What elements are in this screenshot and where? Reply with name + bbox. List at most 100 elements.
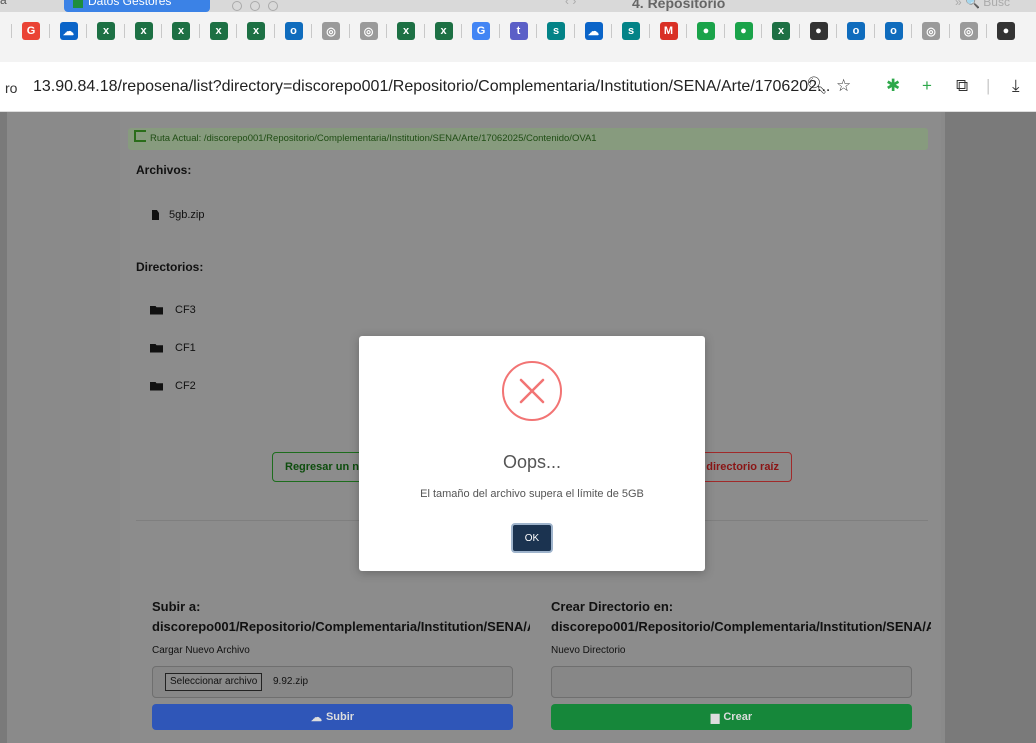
archivos-heading: Archivos: [136,163,192,177]
bookmark-separator [386,24,387,38]
root-directory-button[interactable]: Ir al directorio raíz [692,452,792,482]
globe-icon[interactable]: ◎ [359,22,378,40]
address-bar: ro 13.90.84.18/reposena/list?directory=d… [0,62,1036,112]
directory-item[interactable]: CF2 [150,380,196,392]
bookmark-separator [911,24,912,38]
bookmark-separator [198,24,200,38]
dark-circle-icon[interactable]: ● [809,22,828,40]
create-dir-path: discorepo001/Repositorio/Complementaria/… [551,619,931,634]
plus-extension-icon[interactable]: + [922,76,932,96]
tab-datos-gestores[interactable]: Datos Gestores [64,0,210,12]
excel-icon[interactable]: x [434,22,453,40]
window-controls[interactable] [232,1,278,11]
bookmark-separator [48,24,50,38]
directory-name: CF1 [175,342,196,354]
selected-file-name: 9.92.zip [273,676,309,687]
url-field[interactable]: 13.90.84.18/reposena/list?directory=disc… [33,78,830,96]
subir-label: Subir [325,711,355,723]
select-file-button[interactable]: Seleccionar archivo [165,673,263,691]
subir-button[interactable]: ☁ Subir [152,704,513,730]
excel-icon[interactable]: x [397,22,415,40]
error-x-icon [502,361,562,421]
excel-icon[interactable]: x [247,22,265,40]
google-icon[interactable]: G [472,22,490,40]
directory-name: CF2 [175,380,196,392]
globe-icon[interactable]: ◎ [959,22,978,40]
file-name: 5gb.zip [169,209,205,221]
directory-item[interactable]: CF1 [150,342,196,354]
tab-strip: a Datos Gestores ‹ › 4. Repositorio » 🔍 … [0,0,1036,12]
dark-circle-icon[interactable]: ● [997,22,1015,40]
sheets-icon [73,0,83,8]
toolbar-divider: | [986,76,991,95]
teams-icon[interactable]: t [509,22,528,40]
bookmark-separator [11,24,12,38]
sharepoint-icon[interactable]: s [547,22,565,40]
outlook-icon[interactable]: o [284,22,303,40]
window-title: 4. Repositorio [632,0,726,11]
extension-green-icon[interactable]: ✱ [886,76,900,96]
upload-label: Cargar Nuevo Archivo [152,645,250,656]
sitemap-icon [134,130,146,142]
new-directory-input[interactable] [551,666,912,698]
bookmark-separator [648,24,650,38]
bookmark-separator [611,24,612,38]
bookmark-separator [348,24,350,38]
search-fragment[interactable]: » 🔍 Busc [955,0,1010,9]
puzzle-icon[interactable]: ⧉ [956,76,968,96]
bookmark-separator [836,24,837,38]
star-icon[interactable]: ☆ [836,76,851,96]
bookmark-separator [723,24,725,38]
bookmark-separator [236,24,237,38]
bookmarks-bar: G ☁ x x x x x o ◎ ◎ x x Gt s ☁ s M ● ● x ● o o ◎ ◎ ● [0,12,1036,62]
directory-item[interactable]: CF3 [150,304,196,316]
crear-button[interactable]: ▆ Crear [551,704,912,730]
minimize-window-icon[interactable] [250,1,260,11]
excel-icon[interactable]: x [97,22,115,40]
crear-label: Crear [723,711,753,723]
current-path-banner: Ruta Actual: /discorepo001/Repositorio/C… [128,128,928,150]
bookmark-separator [948,24,950,38]
globe-icon[interactable]: ◎ [322,22,340,40]
create-dir-label: Nuevo Directorio [551,645,626,656]
file-input[interactable]: Seleccionar archivo 9.92.zip [152,666,513,698]
download-icon[interactable]: ⤓ [1012,76,1020,96]
error-dialog: Oops... El tamaño del archivo supera el … [359,336,705,571]
gmail-icon[interactable]: M [659,22,678,40]
onedrive-icon[interactable]: ☁ [584,22,603,40]
tab-fragment[interactable]: a [0,0,7,7]
excel-icon[interactable]: x [772,22,790,40]
zoom-icon[interactable]: 🔍︎ [806,76,828,96]
bookmark-separator [123,24,125,38]
bookmark-separator [86,24,87,38]
ok-button[interactable]: OK [511,523,553,553]
globe-icon[interactable]: ◎ [922,22,940,40]
bookmark-separator [761,24,762,38]
window-nav-arrows[interactable]: ‹ › [565,0,576,8]
directorios-heading: Directorios: [136,260,204,274]
bookmark-separator [986,24,987,38]
excel-icon[interactable]: x [172,22,190,40]
back-level-button[interactable]: Regresar un nivel [272,452,366,482]
onedrive-icon[interactable]: ☁ [59,22,78,40]
outlook-icon[interactable]: o [884,22,903,40]
green-circle-icon[interactable]: ● [697,22,715,40]
bookmark-separator [498,24,500,38]
sharepoint-icon[interactable]: s [622,22,640,40]
file-icon [152,210,159,220]
bookmark-separator [461,24,462,38]
upload-path: discorepo001/Repositorio/Complementaria/… [152,619,530,634]
bookmark-separator [573,24,575,38]
green-circle-icon[interactable]: ● [734,22,753,40]
close-window-icon[interactable] [232,1,242,11]
excel-icon[interactable]: x [134,22,153,40]
excel-icon[interactable]: x [209,22,228,40]
dialog-message: El tamaño del archivo supera el límite d… [420,488,644,500]
maximize-window-icon[interactable] [268,1,278,11]
folder-open-icon [150,343,163,353]
bookmark-separator [798,24,800,38]
file-item[interactable]: 5gb.zip [152,209,204,221]
google-icon[interactable]: G [22,22,40,40]
outlook-icon[interactable]: o [847,22,865,40]
bookmark-separator [423,24,425,38]
